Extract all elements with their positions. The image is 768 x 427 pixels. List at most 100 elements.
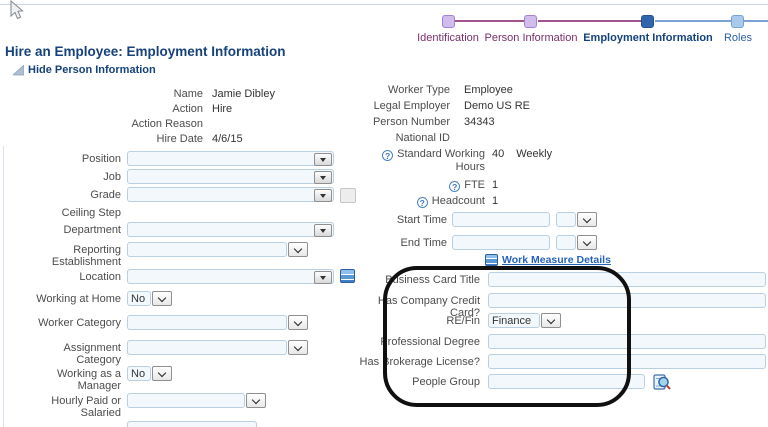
fte-label: ? FTE [373, 177, 485, 192]
select-chevron-button[interactable] [152, 291, 172, 306]
work-measure-details-icon[interactable] [485, 254, 498, 266]
location-combobox[interactable] [127, 269, 334, 284]
people-group-search-icon[interactable] [653, 374, 672, 392]
assignment-category-label: Assignment Category [63, 342, 121, 366]
top-divider [0, 4, 768, 5]
person-number-label: Person Number [372, 116, 450, 128]
work-measure-details-link[interactable]: Work Measure Details [502, 253, 611, 266]
chevron-down-icon [157, 293, 167, 302]
select-chevron-button[interactable] [577, 212, 597, 227]
reporting-establishment-label: Reporting Establishment [51, 244, 121, 268]
business-card-title-input[interactable] [488, 272, 766, 287]
has-company-credit-card-input[interactable] [488, 293, 766, 308]
chevron-down-icon [293, 342, 303, 351]
clipped-field[interactable] [127, 421, 257, 427]
re-fin-label: RE/Fin [446, 315, 480, 327]
train-connector [455, 20, 524, 22]
help-icon[interactable]: ? [449, 181, 461, 192]
grade-combobox[interactable] [127, 187, 334, 202]
person-number-value: 34343 [464, 116, 495, 128]
working-at-home-label: Working at Home [36, 293, 121, 305]
dropdown-arrow-button[interactable] [314, 224, 332, 237]
hourly-paid-label: Hourly Paid or Salaried [51, 395, 121, 419]
hire-date-label: Hire Date [156, 133, 203, 145]
help-icon[interactable]: ? [382, 150, 394, 161]
worker-category-label: Worker Category [38, 317, 121, 329]
department-label: Department [63, 224, 121, 236]
people-group-input[interactable] [488, 374, 645, 389]
hide-person-information-toggle[interactable]: Hide Person Information [13, 64, 156, 76]
train-step-roles[interactable] [731, 15, 744, 28]
train-step-identification[interactable] [442, 15, 455, 28]
hire-employee-page: Identification Person Information Employ… [0, 0, 768, 427]
position-label: Position [81, 153, 121, 165]
standard-working-hours-value: 40 [492, 148, 505, 160]
people-group-label: People Group [412, 376, 480, 388]
business-card-title-label: Business Card Title [385, 274, 480, 286]
headcount-value: 1 [492, 195, 499, 207]
worker-type-value: Employee [464, 84, 513, 96]
disclosure-triangle-icon [13, 64, 24, 75]
assignment-category-select[interactable] [127, 340, 308, 355]
action-label: Action [172, 103, 203, 115]
standard-working-hours-unit: Weekly [516, 148, 553, 160]
select-chevron-button[interactable] [152, 366, 172, 381]
grade-ladder-button-disabled [340, 188, 356, 203]
select-chevron-button[interactable] [288, 315, 308, 330]
select-value[interactable] [127, 393, 245, 408]
train-step-person-information[interactable] [524, 15, 537, 28]
arrow-down-icon [320, 193, 326, 198]
select-chevron-button[interactable] [288, 340, 308, 355]
dropdown-arrow-button[interactable] [314, 153, 332, 166]
start-time-input[interactable] [452, 212, 550, 227]
train-label-roles[interactable]: Roles [724, 32, 752, 44]
end-time-input[interactable] [452, 235, 550, 250]
train-label-person-information[interactable]: Person Information [485, 32, 578, 44]
dropdown-arrow-button[interactable] [314, 189, 332, 202]
select-value[interactable] [127, 242, 287, 257]
has-brokerage-license-input[interactable] [488, 354, 766, 369]
national-id-label: National ID [395, 132, 450, 144]
select-value[interactable] [556, 235, 576, 250]
grade-label: Grade [90, 189, 121, 201]
train-step-employment-information[interactable] [641, 15, 654, 28]
professional-degree-input[interactable] [488, 334, 766, 349]
worker-category-select[interactable] [127, 315, 308, 330]
select-value[interactable]: No [127, 366, 151, 381]
reporting-establishment-select[interactable] [127, 242, 308, 257]
arrow-down-icon [320, 228, 326, 233]
hire-date-value: 4/6/15 [212, 133, 243, 145]
re-fin-select[interactable]: Finance [488, 313, 561, 328]
start-time-meridiem-select[interactable] [556, 212, 597, 227]
end-time-meridiem-select[interactable] [556, 235, 597, 250]
hourly-paid-select[interactable] [127, 393, 266, 408]
legal-employer-label: Legal Employer [373, 100, 450, 112]
select-value[interactable] [556, 212, 576, 227]
dropdown-arrow-button[interactable] [314, 271, 332, 284]
train-label-employment-information: Employment Information [583, 32, 713, 44]
select-value[interactable] [127, 315, 287, 330]
select-chevron-button[interactable] [577, 235, 597, 250]
working-as-manager-select[interactable]: No [127, 366, 172, 381]
department-combobox[interactable] [127, 222, 334, 237]
select-value[interactable]: Finance [488, 313, 540, 328]
help-icon[interactable]: ? [416, 197, 428, 208]
position-combobox[interactable] [127, 151, 334, 166]
dropdown-arrow-button[interactable] [314, 171, 332, 184]
standard-working-hours-label: ? Standard Working Hours [373, 146, 485, 173]
arrow-down-icon [320, 175, 326, 180]
fte-value: 1 [492, 179, 499, 191]
chevron-down-icon [582, 214, 592, 223]
select-chevron-button[interactable] [541, 313, 561, 328]
select-chevron-button[interactable] [246, 393, 266, 408]
end-time-label: End Time [400, 237, 447, 249]
select-value[interactable]: No [127, 291, 151, 306]
working-at-home-select[interactable]: No [127, 291, 172, 306]
select-value[interactable] [127, 340, 287, 355]
job-combobox[interactable] [127, 169, 334, 184]
chevron-down-icon [251, 395, 261, 404]
train-label-identification[interactable]: Identification [417, 32, 479, 44]
headcount-label: ? Headcount [373, 193, 485, 208]
arrow-down-icon [320, 275, 326, 280]
select-chevron-button[interactable] [288, 242, 308, 257]
